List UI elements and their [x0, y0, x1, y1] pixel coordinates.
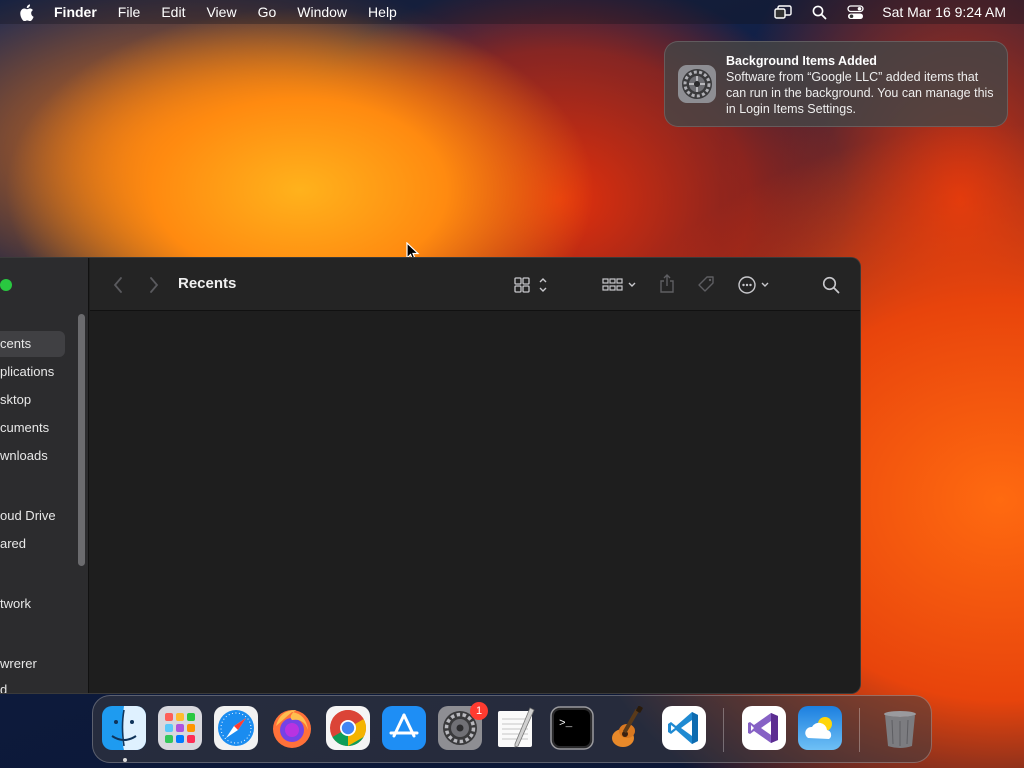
zoom-window-button[interactable] [0, 279, 12, 291]
search-icon[interactable] [821, 275, 841, 295]
menu-app-name[interactable]: Finder [54, 4, 97, 20]
tag-icon[interactable] [695, 273, 717, 295]
notification-badge: 1 [470, 702, 488, 720]
system-settings-gear-icon [677, 64, 717, 104]
app-store-icon [382, 706, 426, 750]
dock-app-visual-studio[interactable] [742, 706, 786, 750]
vscode-icon [662, 706, 706, 750]
safari-icon [214, 706, 258, 750]
sidebar-item-recents[interactable]: cents [0, 331, 65, 357]
sidebar-item-tag[interactable]: wrerer [0, 651, 37, 677]
dock-separator [723, 708, 724, 752]
menu-edit[interactable]: Edit [161, 4, 185, 20]
notification-banner[interactable]: Background Items Added Software from “Go… [664, 41, 1008, 127]
dock-app-vscode[interactable] [662, 706, 706, 750]
dock-app-safari[interactable] [214, 706, 258, 750]
finder-content-area[interactable] [90, 312, 860, 693]
garageband-icon [612, 705, 643, 747]
menu-file[interactable]: File [118, 4, 141, 20]
finder-running-indicator [123, 758, 127, 762]
dock-app-chrome[interactable] [326, 706, 370, 750]
sidebar-item-downloads[interactable]: wnloads [0, 443, 48, 469]
visual-studio-icon [742, 706, 786, 750]
screen-mirroring-icon[interactable] [774, 4, 792, 20]
menu-view[interactable]: View [206, 4, 236, 20]
forward-button[interactable] [146, 275, 162, 295]
finder-toolbar: Recents [90, 258, 860, 311]
sidebar-item-tag-2[interactable]: d [0, 677, 7, 693]
launchpad-icon [158, 706, 202, 750]
finder-sidebar: s cents plications sktop cuments wnloads… [0, 258, 89, 693]
group-by-button[interactable] [600, 275, 640, 295]
control-center-icon[interactable] [846, 4, 864, 20]
apple-menu-icon[interactable] [19, 3, 35, 21]
back-button[interactable] [110, 275, 126, 295]
more-actions-button[interactable] [736, 274, 774, 296]
dock-app-app-store[interactable] [382, 706, 426, 750]
dock-app-weather[interactable] [798, 706, 842, 750]
textedit-icon [498, 707, 535, 748]
share-icon[interactable] [656, 273, 678, 295]
spotlight-search-icon[interactable] [810, 4, 828, 20]
sidebar-item-desktop[interactable]: sktop [0, 387, 31, 413]
dock-app-trash[interactable] [878, 706, 922, 750]
sidebar-item-network[interactable]: twork [0, 591, 31, 617]
dock-app-terminal[interactable]: >_ [550, 706, 594, 750]
finder-window[interactable]: s cents plications sktop cuments wnloads… [0, 257, 861, 694]
terminal-prompt: >_ [559, 718, 573, 730]
sidebar-item-documents[interactable]: cuments [0, 415, 49, 441]
trash-icon [884, 711, 916, 748]
window-title: Recents [178, 275, 237, 292]
firefox-icon [273, 710, 311, 748]
dock: 1 >_ [92, 695, 932, 763]
dock-app-finder[interactable] [102, 706, 146, 750]
dock-app-launchpad[interactable] [158, 706, 202, 750]
dock-app-system-settings[interactable]: 1 [438, 702, 488, 750]
view-mode-button[interactable] [511, 275, 549, 295]
terminal-icon: >_ [550, 706, 594, 750]
dock-separator-2 [859, 708, 860, 752]
menu-bar-clock[interactable]: Sat Mar 16 9:24 AM [882, 4, 1006, 20]
dock-app-firefox[interactable] [270, 706, 314, 750]
finder-icon [102, 706, 146, 750]
chrome-icon [326, 706, 370, 750]
sidebar-item-applications[interactable]: plications [0, 359, 54, 385]
notification-body: Software from “Google LLC” added items t… [726, 70, 994, 116]
menu-go[interactable]: Go [258, 4, 277, 20]
sidebar-item-shared[interactable]: ared [0, 531, 26, 557]
notification-title: Background Items Added [726, 54, 877, 68]
menu-window[interactable]: Window [297, 4, 347, 20]
sidebar-item-icloud-drive[interactable]: oud Drive [0, 503, 56, 529]
dock-app-garageband[interactable] [606, 705, 650, 750]
weather-icon [798, 706, 842, 750]
sidebar-scrollbar[interactable] [78, 314, 85, 566]
menu-bar: Finder File Edit View Go Window Help Sat… [0, 0, 1024, 24]
menu-help[interactable]: Help [368, 4, 397, 20]
dock-app-textedit[interactable] [494, 706, 538, 750]
